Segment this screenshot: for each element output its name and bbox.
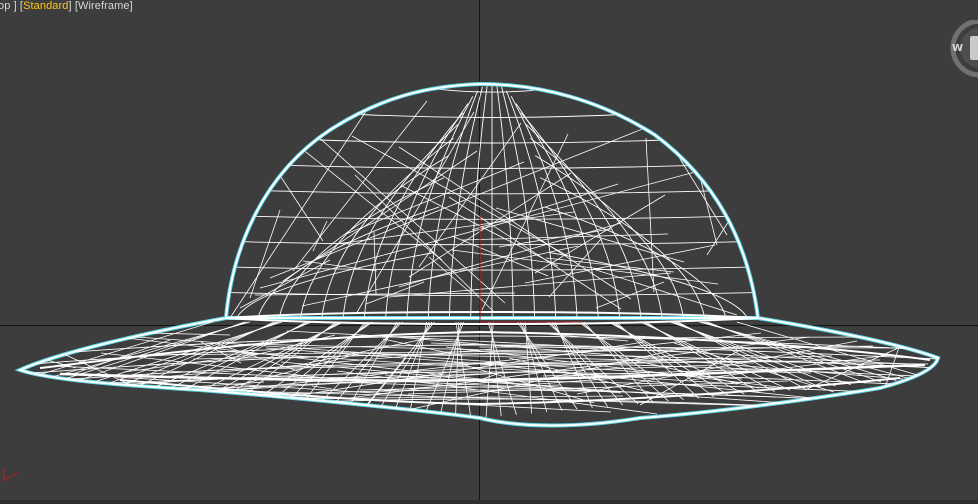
dome-triangle-edge xyxy=(398,146,632,300)
dome-triangle-edge xyxy=(495,207,685,263)
brim-triangle-edge xyxy=(268,376,430,379)
brim-wireframe xyxy=(14,316,941,428)
dome-meridian xyxy=(544,206,727,318)
dome-meridian xyxy=(549,252,748,318)
dome-meridian xyxy=(257,206,440,318)
viewport-bottom-border xyxy=(0,500,978,504)
dome-triangle-edge xyxy=(292,100,428,272)
brim-inner-band-3 xyxy=(119,377,901,406)
brim-triangle-edge xyxy=(146,390,168,405)
brim-radial-edge xyxy=(409,321,427,412)
dome-meridian xyxy=(278,177,445,318)
brim-triangle-edge xyxy=(29,329,231,336)
dome-wireframe xyxy=(224,81,760,325)
dome-triangle-edge xyxy=(642,98,728,236)
dome-triangle-edge xyxy=(534,194,666,274)
dome-triangle-edge xyxy=(249,209,281,299)
dome-triangle-edge xyxy=(592,268,738,316)
dome-triangle-edge xyxy=(373,231,377,295)
dome-meridian xyxy=(534,155,684,318)
dome-meridian xyxy=(496,84,514,318)
perspective-viewport[interactable]: op ] [Standard] [Wireframe] W xyxy=(0,0,978,504)
compass-w-label: W xyxy=(952,43,963,54)
dome-triangle-edge xyxy=(365,281,425,305)
brim-triangle-edge xyxy=(770,371,812,374)
dome-triangle-edge xyxy=(276,170,324,242)
world-axis-icon xyxy=(3,468,19,482)
dome-triangle-edge xyxy=(345,161,525,235)
dome-meridian xyxy=(470,84,488,318)
viewcube-icon[interactable]: W xyxy=(944,20,978,80)
dome-triangle-edge xyxy=(229,89,381,318)
dome-triangle-edge xyxy=(418,122,522,268)
hat-wireframe-object[interactable] xyxy=(0,0,978,504)
dome-triangle-edge xyxy=(428,256,472,294)
dome-triangle-edge xyxy=(408,172,572,278)
